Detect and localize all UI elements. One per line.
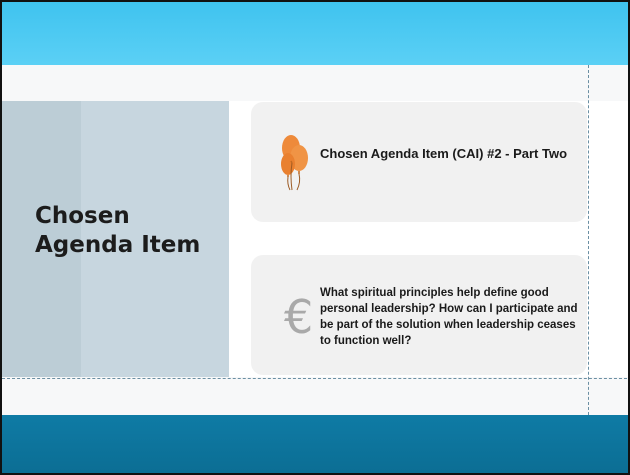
agenda-card-2: € What spiritual principles help define … [251,255,587,375]
agenda-card-2-text: What spiritual principles help define go… [320,287,578,347]
slide-title: Chosen Agenda Item [35,203,201,258]
top-banner [2,2,628,65]
upper-light-band [2,65,628,101]
agenda-card-1-text: Chosen Agenda Item (CAI) #2 - Part Two [320,146,568,161]
horizontal-guide-line [2,378,628,379]
bottom-banner [2,415,628,473]
euro-icon: € [284,290,314,344]
vertical-guide-line [588,65,589,415]
slide-frame: Chosen Agenda Item Chosen Agenda Item (C… [0,0,630,475]
agenda-card-1: Chosen Agenda Item (CAI) #2 - Part Two [251,102,587,222]
lower-light-band [2,377,628,415]
balloons-icon [279,132,311,192]
